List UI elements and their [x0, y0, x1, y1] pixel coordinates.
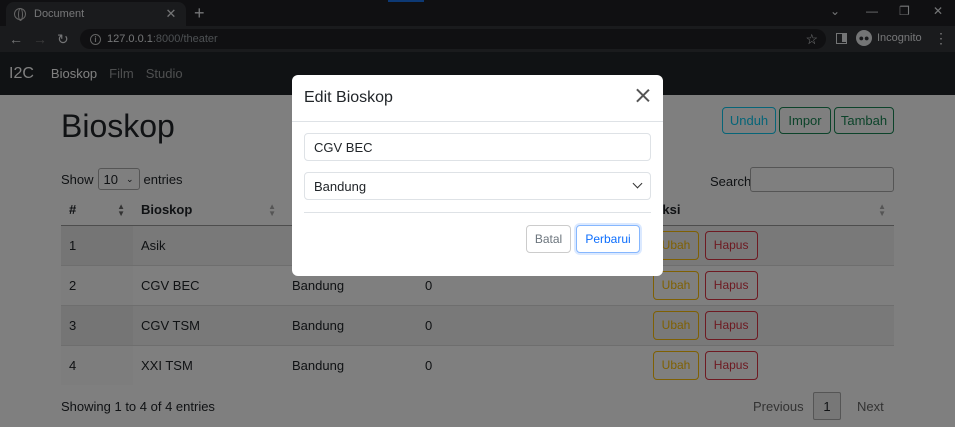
bioskop-name-field[interactable]: CGV BEC	[304, 133, 651, 161]
close-icon[interactable]	[633, 84, 653, 108]
city-select[interactable]: Bandung	[304, 172, 651, 200]
update-button[interactable]: Perbarui	[576, 225, 640, 253]
edit-bioskop-modal: Edit Bioskop CGV BEC Bandung Batal Perba…	[292, 75, 663, 276]
modal-divider	[304, 212, 651, 213]
cancel-button[interactable]: Batal	[526, 225, 571, 253]
city-select-value: Bandung	[314, 178, 367, 194]
modal-title: Edit Bioskop	[304, 89, 393, 106]
chevron-down-icon	[632, 178, 643, 189]
modal-header: Edit Bioskop	[292, 75, 663, 122]
